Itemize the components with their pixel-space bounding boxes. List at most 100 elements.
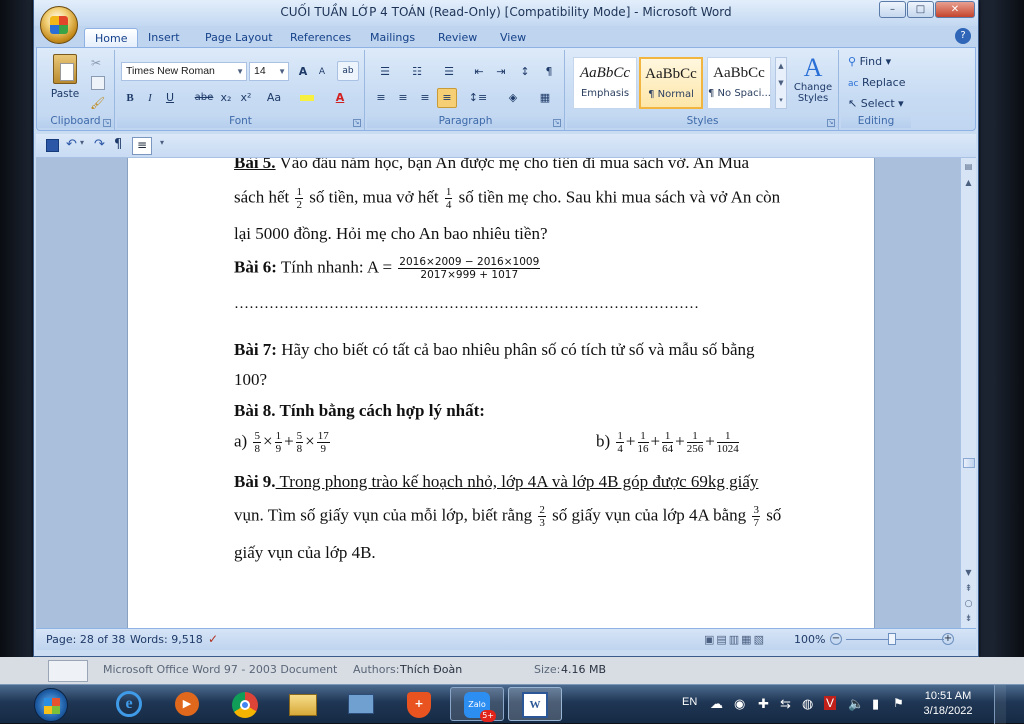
undo-icon[interactable]: ↶	[66, 137, 77, 152]
taskbar-chrome[interactable]	[218, 687, 272, 721]
change-case-button[interactable]: Aa	[259, 88, 289, 108]
taskbar-network[interactable]	[334, 687, 388, 721]
style-no-spacing[interactable]: AaBbCc ¶ No Spaci...	[707, 57, 771, 109]
action-center-icon[interactable]: ⚑	[893, 696, 904, 710]
show-marks-button[interactable]: ¶	[539, 62, 559, 82]
align-left-button[interactable]: ≡	[371, 88, 391, 108]
vertical-scrollbar[interactable]: ▤ ▲ ▼ ⇞ ○ ⇟	[960, 158, 976, 628]
ruler-toggle-icon[interactable]: ▤	[963, 162, 974, 173]
teamviewer-tray-icon[interactable]: ⇆	[780, 696, 791, 712]
bullets-button[interactable]: ☰	[371, 62, 399, 82]
antivirus-tray-icon[interactable]: V	[824, 696, 837, 710]
superscript-button[interactable]: x²	[237, 88, 255, 108]
decrease-indent-button[interactable]: ⇤	[469, 62, 489, 82]
taskbar-ie[interactable]: e	[102, 687, 156, 721]
clear-formatting-button[interactable]: ab	[337, 61, 359, 81]
scroll-thumb[interactable]	[963, 458, 975, 468]
style-normal[interactable]: AaBbCc ¶ Normal	[639, 57, 703, 109]
italic-button[interactable]: I	[141, 88, 159, 108]
font-family-combo[interactable]: Times New Roman ▼	[121, 62, 247, 81]
start-button[interactable]	[34, 688, 68, 722]
next-page-icon[interactable]: ⇟	[963, 614, 974, 625]
tray-icon-2[interactable]: ◉	[734, 696, 745, 712]
paragraph-launcher-icon[interactable]: ↘	[553, 119, 561, 127]
align-right-button[interactable]: ≡	[415, 88, 435, 108]
justify-button[interactable]: ≡	[437, 88, 457, 108]
highlight-button[interactable]	[293, 88, 321, 108]
numbering-button[interactable]: ☷	[403, 62, 431, 82]
tab-references[interactable]: References	[280, 28, 361, 48]
select-button[interactable]: ↖ Select ▾	[845, 94, 907, 114]
tab-review[interactable]: Review	[428, 28, 487, 48]
maximize-button[interactable]: □	[907, 1, 934, 18]
taskbar-zalo[interactable]: Zalo 5+	[450, 687, 504, 722]
redo-icon[interactable]: ↷	[94, 137, 105, 152]
network-icon[interactable]: ▮	[872, 696, 879, 712]
line-spacing-button[interactable]: ↕≡	[463, 88, 493, 108]
format-painter-icon[interactable]: 🖌	[90, 96, 106, 110]
close-button[interactable]: ✕	[935, 1, 975, 18]
shield-tray-icon[interactable]: ✚	[758, 696, 769, 712]
zoom-out-icon[interactable]: −	[830, 633, 842, 645]
grow-font-button[interactable]: A	[293, 62, 313, 82]
language-indicator[interactable]: EN	[682, 696, 697, 708]
scroll-up-icon[interactable]: ▲	[963, 178, 974, 189]
tab-insert[interactable]: Insert	[138, 28, 190, 48]
align-center-button[interactable]: ≡	[393, 88, 413, 108]
tab-page-layout[interactable]: Page Layout	[195, 28, 283, 48]
show-desktop-button[interactable]	[994, 685, 1006, 724]
tab-home[interactable]: Home	[84, 28, 139, 48]
title-bar[interactable]: CUỐI TUẦN LỚP 4 TOÁN (Read-Only) [Compat…	[34, 0, 978, 26]
proofing-icon[interactable]: ✓	[208, 632, 218, 646]
shrink-font-button[interactable]: A	[313, 62, 331, 82]
undo-dropdown-icon[interactable]: ▾	[80, 138, 84, 147]
volume-icon[interactable]: 🔈	[848, 696, 864, 712]
word-count[interactable]: Words: 9,518	[130, 633, 203, 646]
increase-indent-button[interactable]: ⇥	[491, 62, 511, 82]
taskbar-word[interactable]: W	[508, 687, 562, 721]
minimize-button[interactable]: –	[879, 1, 906, 18]
copy-icon[interactable]	[91, 76, 105, 90]
save-icon[interactable]	[46, 139, 59, 152]
taskbar-explorer[interactable]	[276, 687, 330, 721]
page-indicator[interactable]: Page: 28 of 38	[46, 633, 125, 646]
customize-qat-icon[interactable]: ▾	[160, 138, 164, 147]
scroll-down-icon[interactable]: ▼	[963, 568, 974, 579]
clipboard-launcher-icon[interactable]: ↘	[103, 119, 111, 127]
styles-scroll[interactable]: ▲ ▼ ▾	[775, 57, 787, 109]
zoom-level[interactable]: 100%	[794, 633, 825, 646]
shading-button[interactable]: ◈	[499, 88, 527, 108]
office-button[interactable]	[40, 6, 78, 44]
bold-button[interactable]: B	[121, 88, 139, 108]
zoom-slider-thumb[interactable]	[888, 633, 896, 645]
underline-button[interactable]: U	[161, 88, 179, 108]
tab-view[interactable]: View	[490, 28, 536, 48]
select-browse-object-icon[interactable]: ○	[963, 599, 974, 610]
find-button[interactable]: ⚲ Find ▾	[845, 52, 907, 72]
pilcrow-icon[interactable]: ¶	[114, 137, 122, 152]
font-launcher-icon[interactable]: ↘	[353, 119, 361, 127]
justify-icon[interactable]: ≡	[132, 137, 152, 155]
tray-icon-1[interactable]: ☁	[710, 696, 723, 712]
zoom-in-icon[interactable]: +	[942, 633, 954, 645]
change-styles-button[interactable]: A Change Styles	[791, 54, 835, 112]
strikethrough-button[interactable]: abe	[193, 88, 215, 108]
taskbar-media-player[interactable]: ▶	[160, 687, 214, 721]
borders-button[interactable]: ▦	[531, 88, 559, 108]
globe-tray-icon[interactable]: ◍	[802, 696, 813, 712]
subscript-button[interactable]: x₂	[217, 88, 235, 108]
sort-button[interactable]: ↕	[515, 62, 535, 82]
cut-icon[interactable]: ✂	[91, 56, 105, 70]
view-buttons[interactable]: ▣▤▥▦▧	[704, 633, 782, 647]
previous-page-icon[interactable]: ⇞	[963, 584, 974, 595]
tab-mailings[interactable]: Mailings	[360, 28, 425, 48]
taskbar-security[interactable]: +	[392, 687, 446, 721]
styles-launcher-icon[interactable]: ↘	[827, 119, 835, 127]
document-page[interactable]: Bài 5. Vào đầu năm học, bạn An được mẹ c…	[127, 158, 875, 628]
font-color-button[interactable]: A	[325, 88, 355, 108]
style-emphasis[interactable]: AaBbCc Emphasis	[573, 57, 637, 109]
paste-button[interactable]: Paste	[45, 54, 85, 108]
multilevel-list-button[interactable]: ☰	[435, 62, 463, 82]
font-size-combo[interactable]: 14 ▼	[249, 62, 289, 81]
help-icon[interactable]: ?	[955, 28, 971, 44]
